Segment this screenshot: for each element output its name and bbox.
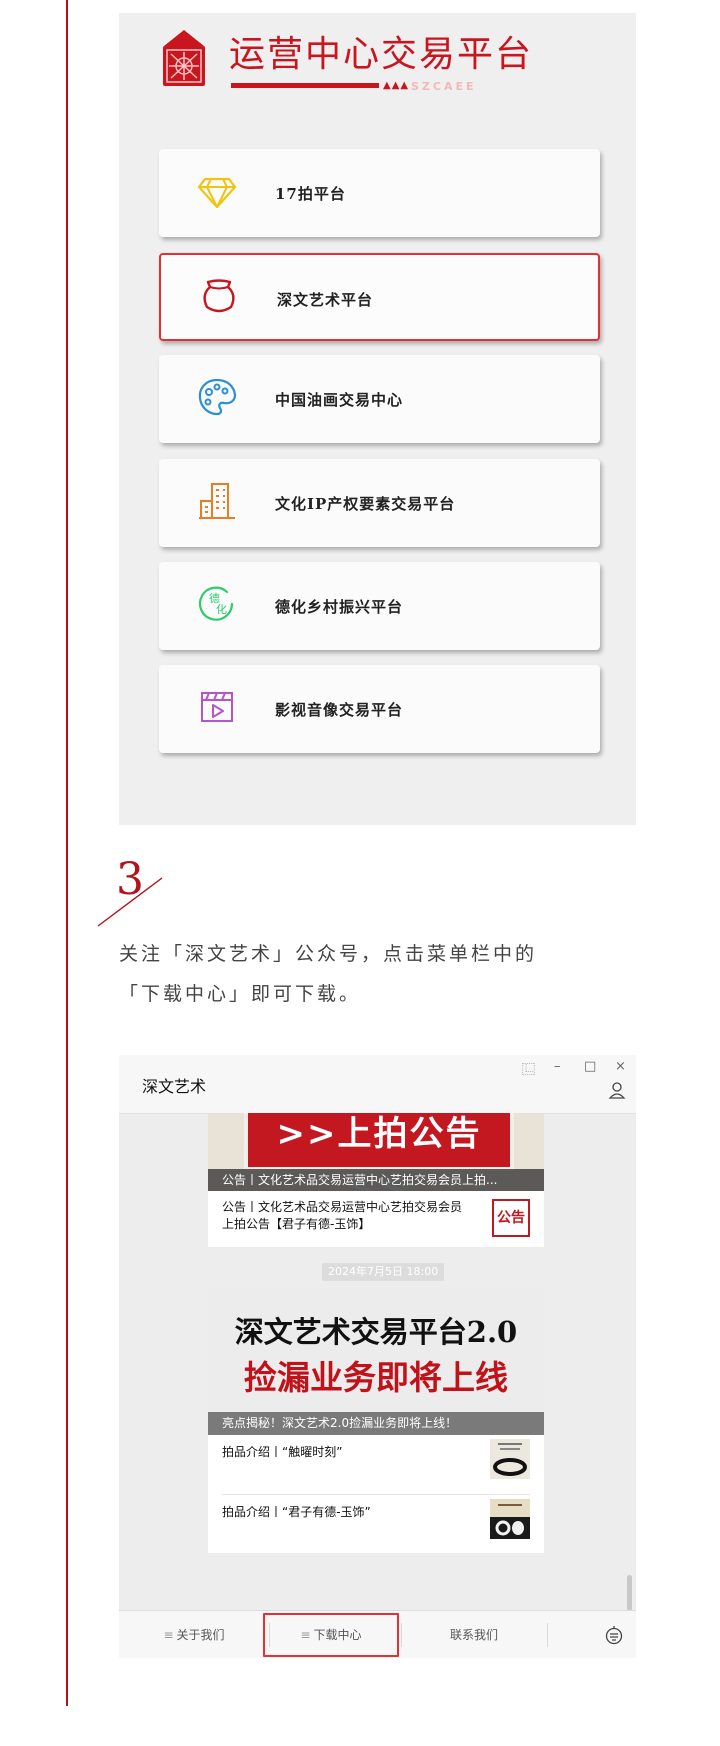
chat-header: 深文艺术 ⿺ – □ × bbox=[119, 1055, 636, 1114]
minimize-icon[interactable]: – bbox=[554, 1059, 561, 1074]
article-group-card: 深文艺术交易平台2.0 捡漏业务即将上线 亮点揭秘！深文艺术2.0捡漏业务即将上… bbox=[208, 1289, 544, 1553]
article-title: 拍品介绍丨“触曜时刻” bbox=[222, 1445, 343, 1459]
chat-title: 深文艺术 bbox=[142, 1077, 207, 1096]
platform-card-film-audio[interactable]: 影视音像交易平台 bbox=[159, 665, 600, 753]
message-date: 2024年7月5日 18:00 bbox=[322, 1263, 445, 1281]
bottom-menu-bar: ≡ 关于我们 ≡ 下载中心 联系我们 bbox=[119, 1610, 636, 1658]
maximize-icon[interactable]: □ bbox=[584, 1059, 596, 1074]
jar-icon bbox=[203, 279, 235, 313]
step-line-1: 关注「深文艺术」公众号，点击菜单栏中的 bbox=[119, 943, 538, 965]
platform-card-culture-ip[interactable]: 文化IP产权要素交易平台 bbox=[159, 459, 600, 547]
menu-contact-us[interactable]: 联系我们 bbox=[401, 1611, 547, 1658]
jade-thumbnail bbox=[490, 1499, 530, 1539]
hero-article[interactable]: 深文艺术交易平台2.0 捡漏业务即将上线 亮点揭秘！深文艺术2.0捡漏业务即将上… bbox=[208, 1289, 544, 1435]
left-accent-line bbox=[66, 0, 68, 1706]
hero-subheadline: 捡漏业务即将上线 bbox=[244, 1358, 508, 1397]
menu-lines-icon: ≡ bbox=[163, 1628, 174, 1642]
platform-card-shenwen[interactable]: 深文艺术平台 bbox=[159, 253, 600, 341]
menu-label: 联系我们 bbox=[449, 1628, 498, 1642]
notice-banner-image: >>上拍公告<< 公告丨文化艺术品交易运营中心艺拍交易会员上拍... bbox=[208, 1113, 544, 1191]
step-slash-decoration bbox=[97, 877, 163, 927]
logo-rule bbox=[231, 83, 379, 88]
step-instruction: 关注「深文艺术」公众号，点击菜单栏中的 「下载中心」即可下载。 bbox=[119, 934, 639, 1014]
szcaee-logo-icon bbox=[163, 30, 205, 86]
platform-label: 中国油画交易中心 bbox=[275, 391, 404, 409]
article-title: 拍品介绍丨“君子有德-玉饰” bbox=[222, 1505, 371, 1519]
logo-title: 运营中心交易平台 bbox=[229, 34, 534, 75]
banner-board-text: >>上拍公告<< bbox=[244, 1113, 514, 1191]
platform-card-dehua[interactable]: 德 化 德化乡村振兴平台 bbox=[159, 562, 600, 650]
menu-label: 下载中心 bbox=[313, 1628, 362, 1642]
close-icon[interactable]: × bbox=[615, 1059, 626, 1074]
notice-headline: 公告丨文化艺术品交易运营中心艺拍交易会员上拍公告【君子有德-玉饰】 bbox=[222, 1200, 463, 1231]
platform-list-screenshot: 运营中心交易平台 ▲▲▲ SZCAEE 17拍平台 深文艺术平台 中国油画交易中… bbox=[119, 13, 636, 825]
svg-text:化: 化 bbox=[216, 602, 227, 616]
notice-badge: 公告 bbox=[492, 1199, 530, 1237]
menu-download-center[interactable]: ≡ 下载中心 bbox=[261, 1611, 401, 1658]
step-line-2: 「下载中心」即可下载。 bbox=[119, 983, 362, 1005]
logo-subtitle: SZCAEE bbox=[411, 80, 477, 93]
wechat-account-screenshot: 深文艺术 ⿺ – □ × >>上拍公告<< 公告丨文化艺术品交易运营中心艺拍交易… bbox=[119, 1055, 636, 1658]
palette-icon bbox=[198, 378, 237, 416]
building-icon bbox=[199, 483, 235, 519]
user-profile-icon[interactable] bbox=[608, 1081, 626, 1099]
dehua-icon: 德 化 bbox=[198, 586, 234, 621]
logo-dots: ▲▲▲ bbox=[383, 80, 410, 91]
article-row[interactable]: 拍品介绍丨“君子有德-玉饰” bbox=[208, 1495, 544, 1555]
hero-headline: 深文艺术交易平台2.0 bbox=[234, 1315, 518, 1349]
scrollbar-thumb[interactable] bbox=[627, 1575, 632, 1611]
platform-card-oil-painting[interactable]: 中国油画交易中心 bbox=[159, 355, 600, 443]
platform-label: 深文艺术平台 bbox=[277, 291, 374, 309]
menu-lines-icon: ≡ bbox=[300, 1628, 311, 1642]
diamond-icon bbox=[197, 177, 237, 209]
menu-label: 关于我们 bbox=[176, 1628, 225, 1642]
platform-label: 17拍平台 bbox=[275, 185, 346, 203]
pin-icon[interactable]: ⿺ bbox=[522, 1059, 535, 1078]
article-row[interactable]: 拍品介绍丨“触曜时刻” bbox=[208, 1435, 544, 1495]
platform-label: 德化乡村振兴平台 bbox=[275, 598, 404, 616]
banner-caption: 公告丨文化艺术品交易运营中心艺拍交易会员上拍... bbox=[208, 1169, 544, 1191]
keyboard-toggle-icon[interactable] bbox=[604, 1625, 624, 1645]
platform-card-17pai[interactable]: 17拍平台 bbox=[159, 149, 600, 237]
menu-divider bbox=[547, 1623, 548, 1647]
video-icon bbox=[201, 692, 233, 722]
platform-label: 文化IP产权要素交易平台 bbox=[275, 495, 456, 513]
notice-article-card[interactable]: >>上拍公告<< 公告丨文化艺术品交易运营中心艺拍交易会员上拍... 公告丨文化… bbox=[208, 1113, 544, 1247]
menu-about-us[interactable]: ≡ 关于我们 bbox=[119, 1611, 269, 1658]
bracelet-thumbnail bbox=[490, 1439, 530, 1479]
platform-label: 影视音像交易平台 bbox=[275, 701, 404, 719]
hero-caption: 亮点揭秘！深文艺术2.0捡漏业务即将上线！ bbox=[208, 1412, 544, 1435]
